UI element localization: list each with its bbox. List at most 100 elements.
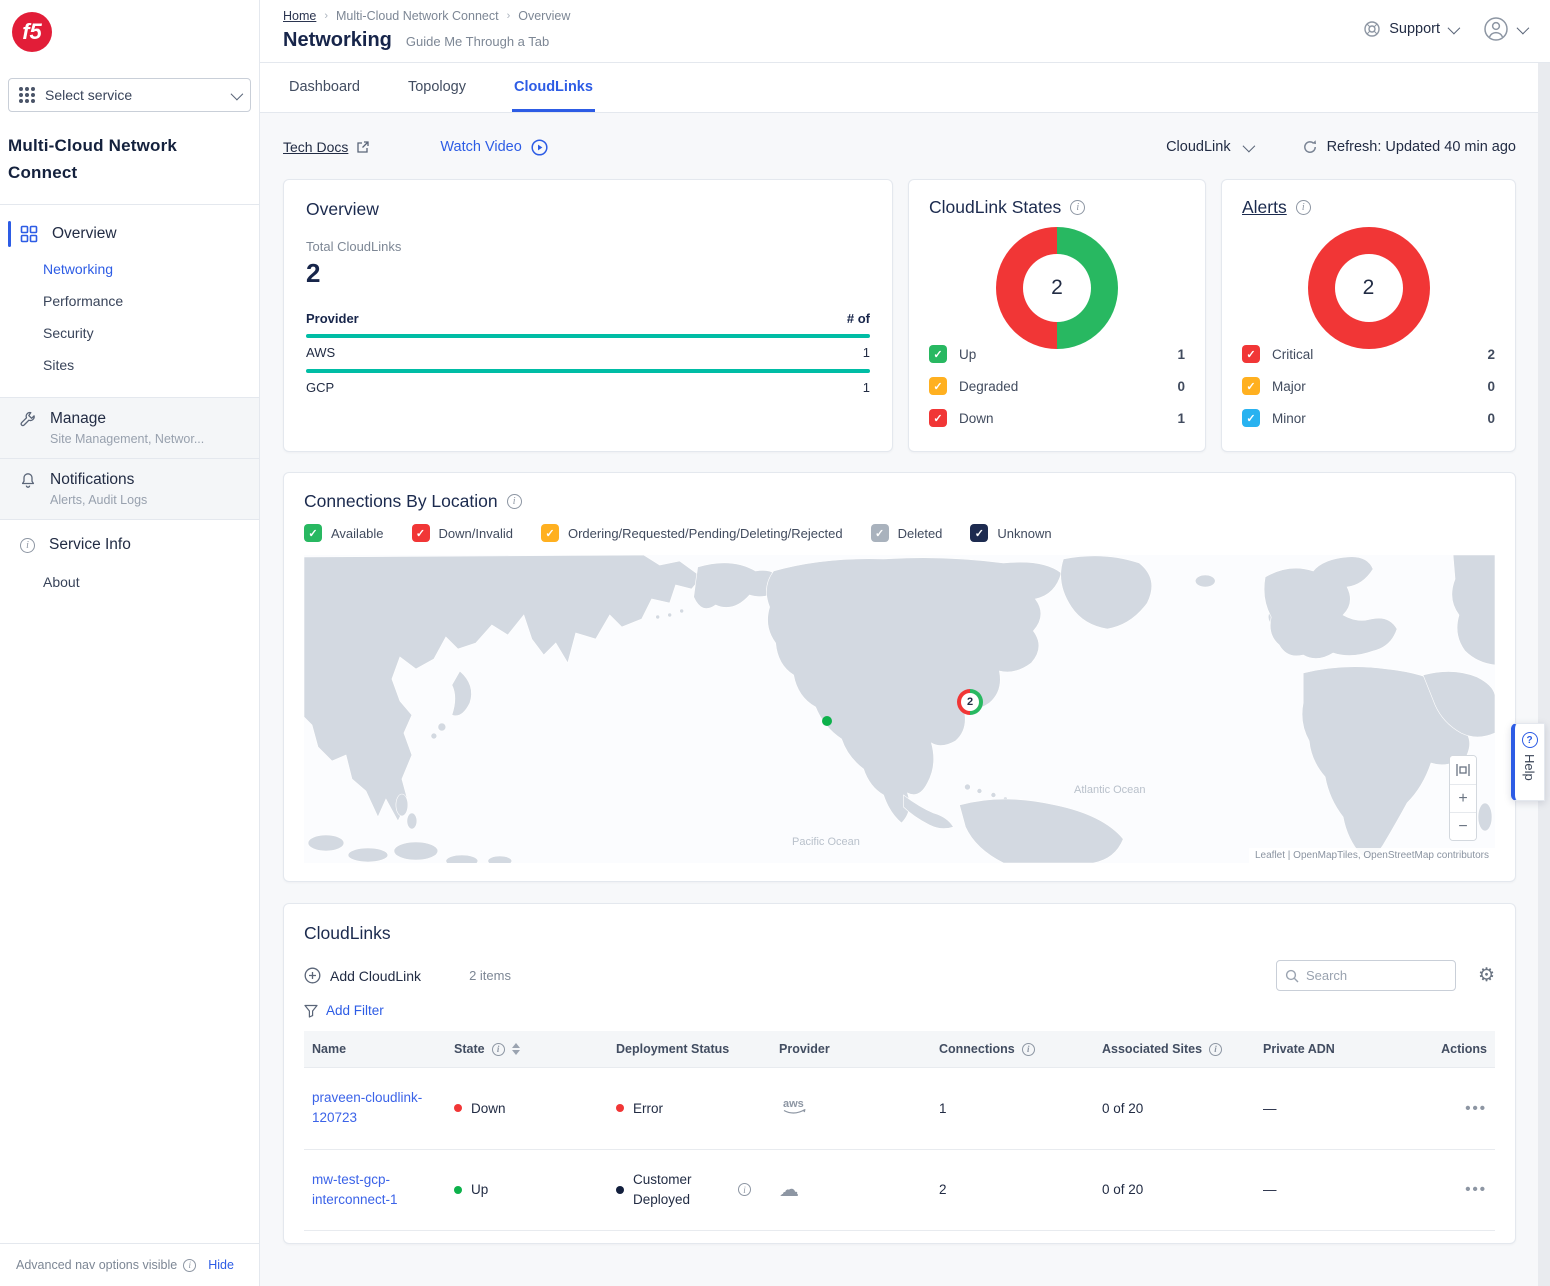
info-icon[interactable]: i <box>738 1183 751 1196</box>
sidebar-item-about[interactable]: About <box>0 560 259 598</box>
degraded-checkbox[interactable] <box>929 377 947 395</box>
tab-dashboard[interactable]: Dashboard <box>287 63 362 112</box>
checkbox[interactable] <box>412 524 430 542</box>
info-icon[interactable]: i <box>1209 1043 1222 1056</box>
add-cloudlink-button[interactable]: Add CloudLink <box>304 967 421 984</box>
zoom-out-button[interactable]: − <box>1450 812 1476 840</box>
map-marker-available[interactable] <box>822 716 832 726</box>
checkbox[interactable] <box>541 524 559 542</box>
entity-type-dropdown[interactable]: CloudLink <box>1166 139 1252 155</box>
checkbox[interactable] <box>304 524 322 542</box>
tab-cloudlinks[interactable]: CloudLinks <box>512 63 595 112</box>
sidebar-item-networking[interactable]: Networking <box>0 253 259 285</box>
account-menu[interactable] <box>1483 16 1526 42</box>
filter-ordering[interactable]: Ordering/Requested/Pending/Deleting/Reje… <box>541 524 843 542</box>
cluster-count: 2 <box>961 693 979 711</box>
hide-nav-button[interactable]: Hide <box>208 1258 234 1272</box>
col-provider[interactable]: Provider <box>779 1042 830 1056</box>
provider-col-header: Provider <box>306 311 359 326</box>
critical-checkbox[interactable] <box>1242 345 1260 363</box>
sidebar-item-subtitle: Site Management, Networ... <box>50 432 243 446</box>
select-service-dropdown[interactable]: Select service <box>8 78 251 112</box>
search-input[interactable] <box>1306 968 1447 983</box>
chevron-down-icon <box>231 87 244 100</box>
row-actions-button[interactable]: ••• <box>1398 1181 1487 1198</box>
watch-video-link[interactable]: Watch Video <box>440 139 547 156</box>
page-title: Networking <box>283 29 392 52</box>
minor-checkbox[interactable] <box>1242 409 1260 427</box>
total-cloudlinks-value: 2 <box>306 258 870 289</box>
col-deployment-status[interactable]: Deployment Status <box>616 1042 729 1056</box>
sidebar-item-sites[interactable]: Sites <box>0 349 259 381</box>
sort-state-button[interactable] <box>512 1043 520 1055</box>
legend-row: Minor 0 <box>1242 402 1495 434</box>
legend-value: 1 <box>1177 411 1185 426</box>
filter-down-invalid[interactable]: Down/Invalid <box>412 524 513 542</box>
breadcrumb-home[interactable]: Home <box>283 9 316 23</box>
col-state[interactable]: State <box>454 1042 485 1056</box>
help-tab[interactable]: ? Help <box>1511 723 1545 801</box>
legend-label: Major <box>1272 379 1306 394</box>
avatar-icon <box>1483 16 1509 42</box>
filter-deleted[interactable]: Deleted <box>871 524 943 542</box>
legend-value: 1 <box>1177 347 1185 362</box>
sidebar-item-performance[interactable]: Performance <box>0 285 259 317</box>
map-marker-cluster[interactable]: 2 <box>957 689 983 715</box>
down-checkbox[interactable] <box>929 409 947 427</box>
map-controls: + − <box>1449 755 1477 841</box>
info-icon[interactable]: i <box>1022 1043 1035 1056</box>
info-icon[interactable]: i <box>492 1043 505 1056</box>
gear-icon[interactable]: ⚙ <box>1478 964 1495 987</box>
breadcrumb-level1[interactable]: Multi-Cloud Network Connect <box>336 9 499 23</box>
support-menu[interactable]: Support <box>1363 20 1457 38</box>
total-cloudlinks-label: Total CloudLinks <box>306 239 870 254</box>
refresh-status-text: Refresh: Updated 40 min ago <box>1327 139 1516 155</box>
sidebar-item-overview[interactable]: Overview <box>0 215 259 253</box>
filter-unknown[interactable]: Unknown <box>970 524 1051 542</box>
deployment-label: Error <box>633 1101 663 1116</box>
cloudlink-name-link[interactable]: mw-test-gcp-interconnect-1 <box>312 1172 398 1207</box>
row-actions-button[interactable]: ••• <box>1398 1100 1487 1117</box>
col-name[interactable]: Name <box>312 1042 346 1056</box>
info-icon[interactable]: i <box>183 1259 196 1272</box>
provider-name: AWS <box>306 345 335 360</box>
up-checkbox[interactable] <box>929 345 947 363</box>
table-row: mw-test-gcp-interconnect-1 Up Customer D… <box>304 1149 1495 1231</box>
connections-value: 1 <box>939 1101 947 1116</box>
add-filter-button[interactable]: Add Filter <box>304 1003 1495 1018</box>
world-map[interactable]: Atlantic Ocean Pacific Ocean 2 + − Leafl… <box>304 555 1495 863</box>
info-icon[interactable]: i <box>1070 200 1085 215</box>
info-icon[interactable]: i <box>507 494 522 509</box>
tech-docs-link[interactable]: Tech Docs <box>283 139 348 155</box>
col-connections[interactable]: Connections <box>939 1042 1015 1056</box>
search-box[interactable] <box>1276 960 1456 991</box>
checkbox[interactable] <box>871 524 889 542</box>
refresh-button[interactable]: Refresh: Updated 40 min ago <box>1302 139 1516 155</box>
zoom-in-button[interactable]: + <box>1450 784 1476 812</box>
filter-available[interactable]: Available <box>304 524 384 542</box>
tab-topology[interactable]: Topology <box>406 63 468 112</box>
sidebar-item-security[interactable]: Security <box>0 317 259 349</box>
connections-value: 2 <box>939 1182 947 1197</box>
alerts-link[interactable]: Alerts <box>1242 197 1287 218</box>
major-checkbox[interactable] <box>1242 377 1260 395</box>
sidebar-item-manage[interactable]: Manage Site Management, Networ... <box>0 397 259 459</box>
checkbox[interactable] <box>970 524 988 542</box>
col-associated-sites[interactable]: Associated Sites <box>1102 1042 1202 1056</box>
donut-total: 2 <box>1023 254 1091 322</box>
sidebar-item-notifications[interactable]: Notifications Alerts, Audit Logs <box>0 459 259 520</box>
provider-count: 1 <box>863 345 870 360</box>
connections-by-location-card: Connections By Location i Available Down… <box>283 472 1516 882</box>
play-circle-icon <box>531 139 548 156</box>
guide-me-link[interactable]: Guide Me Through a Tab <box>406 34 549 49</box>
legend-row: Down 1 <box>929 402 1185 434</box>
filter-label: Available <box>331 526 384 541</box>
info-icon[interactable]: i <box>1296 200 1311 215</box>
map-fit-bounds-button[interactable] <box>1450 756 1476 784</box>
cloudlink-name-link[interactable]: praveen-cloudlink-120723 <box>312 1090 422 1125</box>
scrollbar-track[interactable] <box>1538 63 1550 1286</box>
col-private-adn[interactable]: Private ADN <box>1263 1042 1335 1056</box>
filter-label: Down/Invalid <box>439 526 513 541</box>
external-link-icon[interactable] <box>356 140 370 154</box>
sidebar-item-service-info[interactable]: i Service Info <box>0 520 259 560</box>
